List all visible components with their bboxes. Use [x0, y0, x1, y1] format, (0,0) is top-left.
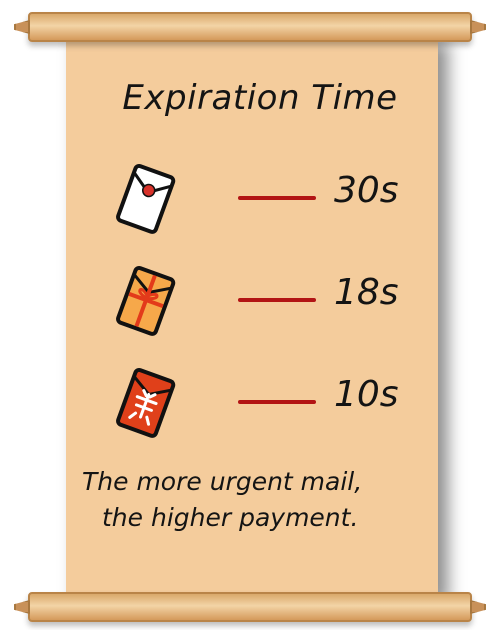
scroll-title: Expiration Time [122, 78, 398, 118]
payment-note-line: the higher payment. [102, 503, 359, 532]
red-envelope-icon [116, 367, 176, 438]
gift-envelope-icon [116, 265, 176, 336]
expiration-time: 10s [334, 374, 399, 415]
payment-note: The more urgent mail, the higher payment… [82, 464, 422, 536]
expiration-row-white: 30s [106, 158, 416, 238]
scroll-rod-bottom [28, 592, 472, 622]
payment-note-line: The more urgent mail, [82, 467, 363, 496]
expiration-time: 18s [334, 272, 399, 313]
scroll-rod-top [28, 12, 472, 42]
white-envelope-icon [116, 163, 176, 234]
expiration-row-gift: 18s [106, 260, 416, 340]
scroll-paper: Expiration Time 30s 18s 10s The more urg… [66, 36, 438, 598]
row-dash [238, 400, 316, 404]
expiration-scroll: Expiration Time 30s 18s 10s The more urg… [0, 0, 502, 630]
row-dash [238, 196, 316, 200]
expiration-row-red: 10s [106, 362, 416, 442]
row-dash [238, 298, 316, 302]
expiration-time: 30s [334, 170, 399, 211]
